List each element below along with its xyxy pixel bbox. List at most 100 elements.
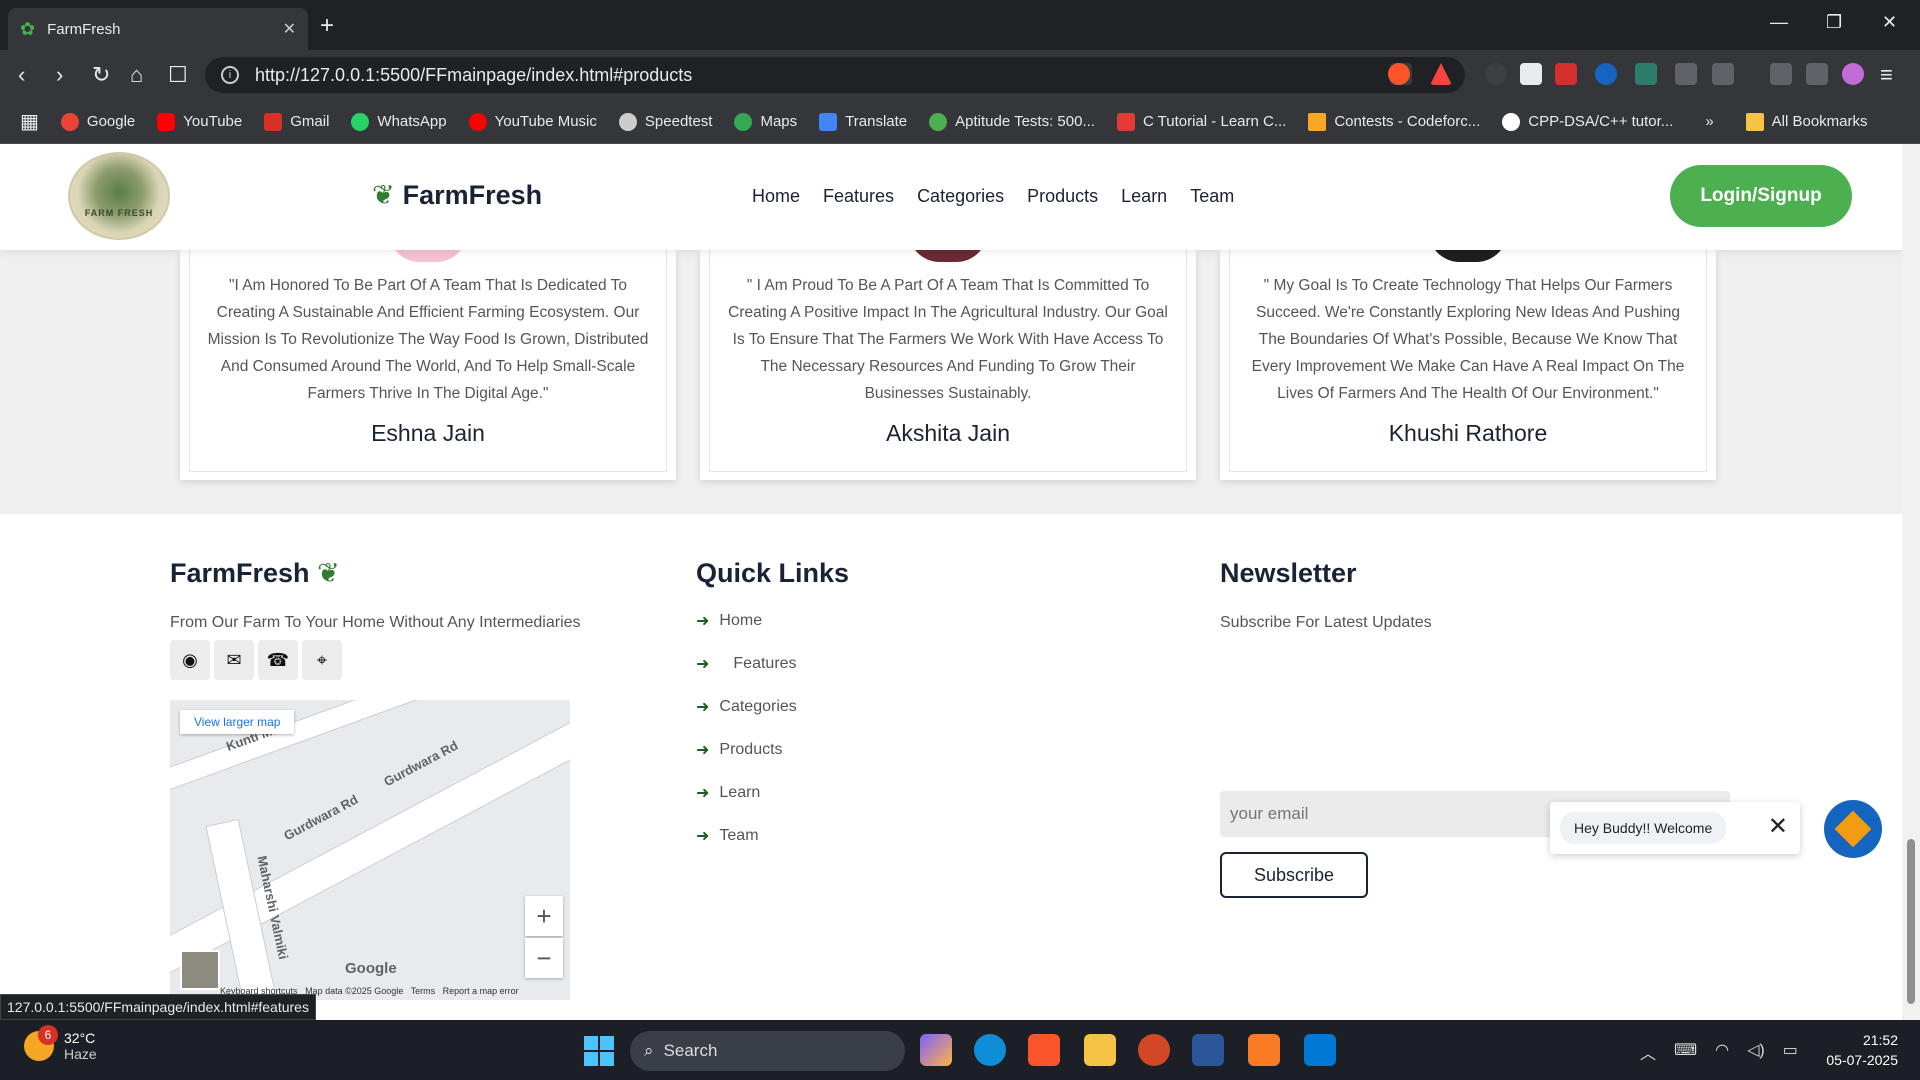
nav-learn[interactable]: Learn xyxy=(1121,186,1167,207)
street-label: Gurdwara Rd xyxy=(381,737,461,790)
nav-features[interactable]: Features xyxy=(823,186,894,207)
team-card: " My Goal Is To Create Technology That H… xyxy=(1220,230,1716,480)
minimize-button[interactable]: — xyxy=(1770,12,1788,33)
profile-avatar[interactable] xyxy=(1842,63,1864,85)
close-chat-popup-icon[interactable]: ✕ xyxy=(1768,812,1788,841)
bookmark-gmail[interactable]: Gmail xyxy=(264,112,329,131)
bookmark-codeforces[interactable]: Contests - Codeforc... xyxy=(1308,112,1480,131)
audio-extension-icon[interactable] xyxy=(1595,63,1617,85)
taskbar-clock[interactable]: 21:52 05-07-2025 xyxy=(1818,1030,1898,1070)
vscode-icon[interactable] xyxy=(1304,1034,1336,1066)
chat-welcome-message: Hey Buddy!! Welcome xyxy=(1560,812,1727,844)
keyboard-icon[interactable]: ⌨ xyxy=(1674,1040,1697,1064)
windows-start-icon[interactable] xyxy=(584,1036,614,1066)
google-map[interactable]: Kunti Ma Gurdwara Rd Gurdwara Rd Maharsh… xyxy=(170,700,570,1000)
x-extension-icon[interactable] xyxy=(1520,63,1542,85)
restore-button[interactable]: ❐ xyxy=(1826,12,1842,33)
map-zoom-out-button[interactable]: − xyxy=(525,938,563,978)
team-quote: " My Goal Is To Create Technology That H… xyxy=(1251,277,1685,402)
bookmark-speedtest[interactable]: Speedtest xyxy=(618,112,712,131)
xampp-icon[interactable] xyxy=(1248,1034,1280,1066)
farm-fresh-logo[interactable]: FARM FRESH xyxy=(68,152,170,240)
brave-shield-icon[interactable] xyxy=(1388,63,1410,85)
quick-link-home[interactable]: ➜ Home xyxy=(696,611,762,631)
satellite-thumbnail[interactable] xyxy=(180,950,220,990)
forward-icon[interactable]: › xyxy=(56,62,63,88)
map-pin-icon[interactable]: ⌖ xyxy=(302,640,342,680)
word-icon[interactable] xyxy=(1192,1034,1224,1066)
bookmark-github[interactable]: CPP-DSA/C++ tutor... xyxy=(1502,112,1673,131)
reload-icon[interactable]: ↻ xyxy=(92,62,110,88)
team-card: " I Am Proud To Be A Part Of A Team That… xyxy=(700,230,1196,480)
edge-icon[interactable] xyxy=(974,1034,1006,1066)
browser-tab[interactable]: ✿ FarmFresh ✕ xyxy=(8,8,308,50)
subscribe-button[interactable]: Subscribe xyxy=(1220,852,1368,898)
back-icon[interactable]: ‹ xyxy=(18,62,25,88)
arrow-right-icon: ➜ xyxy=(696,656,710,673)
file-explorer-icon[interactable] xyxy=(1084,1034,1116,1066)
nav-products[interactable]: Products xyxy=(1027,186,1098,207)
close-tab-icon[interactable]: ✕ xyxy=(283,19,296,39)
download-icon[interactable] xyxy=(1770,63,1792,85)
page-scrollbar[interactable] xyxy=(1902,144,1920,1020)
leaf-icon: ❦ xyxy=(372,180,395,210)
leo-ai-icon[interactable] xyxy=(1806,63,1828,85)
reading-list-icon[interactable] xyxy=(1712,63,1734,85)
battery-icon[interactable]: ▭ xyxy=(1783,1040,1798,1064)
login-signup-button[interactable]: Login/Signup xyxy=(1670,165,1852,227)
quick-link-products[interactable]: ➜ Products xyxy=(696,740,783,760)
close-window-button[interactable]: ✕ xyxy=(1882,12,1897,33)
translate-icon xyxy=(819,112,838,131)
home-icon[interactable]: ⌂ xyxy=(130,62,143,88)
terms-link[interactable]: Terms xyxy=(411,986,436,996)
quick-link-learn[interactable]: ➜ Learn xyxy=(696,783,760,803)
new-tab-button[interactable]: + xyxy=(320,12,334,40)
nav-home[interactable]: Home xyxy=(752,186,800,207)
bookmark-youtube-music[interactable]: YouTube Music xyxy=(468,112,597,131)
map-data-text: Map data ©2025 Google xyxy=(305,986,404,996)
address-bar[interactable]: i http://127.0.0.1:5500/FFmainpage/index… xyxy=(205,57,1465,93)
scrollbar-thumb[interactable] xyxy=(1907,839,1915,1004)
check-icon xyxy=(929,112,948,131)
all-bookmarks-folder[interactable]: All Bookmarks xyxy=(1745,112,1868,131)
volume-icon[interactable]: ◁) xyxy=(1747,1040,1765,1064)
report-map-error-link[interactable]: Report a map error xyxy=(443,986,519,996)
more-bookmarks-icon[interactable]: » xyxy=(1705,113,1713,130)
bookmark-c-tutorial[interactable]: C Tutorial - Learn C... xyxy=(1116,112,1286,131)
nav-team[interactable]: Team xyxy=(1190,186,1234,207)
quick-link-categories[interactable]: ➜ Categories xyxy=(696,697,797,717)
bookmark-translate[interactable]: Translate xyxy=(819,112,907,131)
quick-link-team[interactable]: ➜ Team xyxy=(696,826,759,846)
bookmark-icon[interactable]: ☐ xyxy=(168,62,188,88)
bookmark-whatsapp[interactable]: WhatsApp xyxy=(351,112,447,131)
view-larger-map-link[interactable]: View larger map xyxy=(180,710,295,734)
apps-grid-icon[interactable]: ▦ xyxy=(20,109,39,134)
bookmark-maps[interactable]: Maps xyxy=(734,112,797,131)
chat-cube-icon xyxy=(1834,810,1872,848)
weather-widget[interactable]: 6 32°C Haze xyxy=(24,1025,97,1062)
menu-icon[interactable]: ≡ xyxy=(1880,62,1893,88)
bookmark-aptitude[interactable]: Aptitude Tests: 500... xyxy=(929,112,1095,131)
brave-icon[interactable] xyxy=(1028,1034,1060,1066)
copilot-icon[interactable] xyxy=(920,1034,952,1066)
system-tray: ︿ ⌨ ◠ ◁) ▭ xyxy=(1640,1040,1798,1064)
envelope-icon[interactable]: ✉ xyxy=(214,640,254,680)
code-extension-icon[interactable] xyxy=(1635,63,1657,85)
nav-categories[interactable]: Categories xyxy=(917,186,1004,207)
red-extension-icon[interactable] xyxy=(1555,63,1577,85)
main-nav: Home Features Categories Products Learn … xyxy=(752,186,1234,207)
phone-icon[interactable]: ☎ xyxy=(258,640,298,680)
map-zoom-in-button[interactable]: + xyxy=(525,896,563,936)
dark-mode-extension-icon[interactable] xyxy=(1485,63,1507,85)
show-hidden-icons-icon[interactable]: ︿ xyxy=(1640,1040,1656,1064)
chat-launcher-button[interactable] xyxy=(1824,800,1882,858)
quick-link-features[interactable]: ➜ Features xyxy=(696,654,797,674)
puzzle-icon[interactable] xyxy=(1675,63,1697,85)
taskbar-search[interactable]: ⌕ Search xyxy=(630,1031,905,1071)
powerpoint-icon[interactable] xyxy=(1138,1034,1170,1066)
site-info-icon[interactable]: i xyxy=(221,66,239,84)
bookmark-youtube[interactable]: YouTube xyxy=(157,112,242,131)
bookmark-google[interactable]: Google xyxy=(60,112,135,131)
github-icon[interactable]: ◉ xyxy=(170,640,210,680)
wifi-icon[interactable]: ◠ xyxy=(1715,1040,1729,1064)
